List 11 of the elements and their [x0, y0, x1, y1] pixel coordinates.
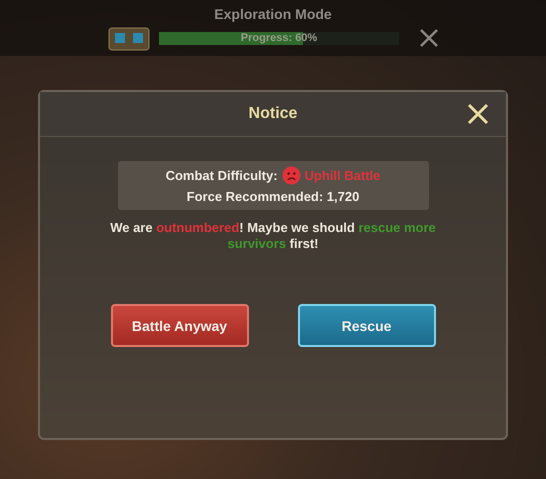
mode-title: Exploration Mode	[214, 6, 332, 22]
dialog-title: Notice	[248, 105, 298, 123]
difficulty-label: Combat Difficulty:	[166, 168, 278, 183]
rescue-button[interactable]: Rescue	[298, 304, 436, 347]
difficulty-value: Uphill Battle	[304, 168, 380, 183]
close-button[interactable]	[466, 102, 490, 126]
force-recommended: Force Recommended: 1,720	[186, 189, 360, 204]
warning-message: We are outnumbered! Maybe we should rescue more survivors first!	[109, 220, 437, 252]
battle-button[interactable]: Battle Anyway	[110, 304, 248, 347]
close-icon[interactable]	[419, 28, 439, 48]
sad-face-icon	[282, 166, 301, 185]
